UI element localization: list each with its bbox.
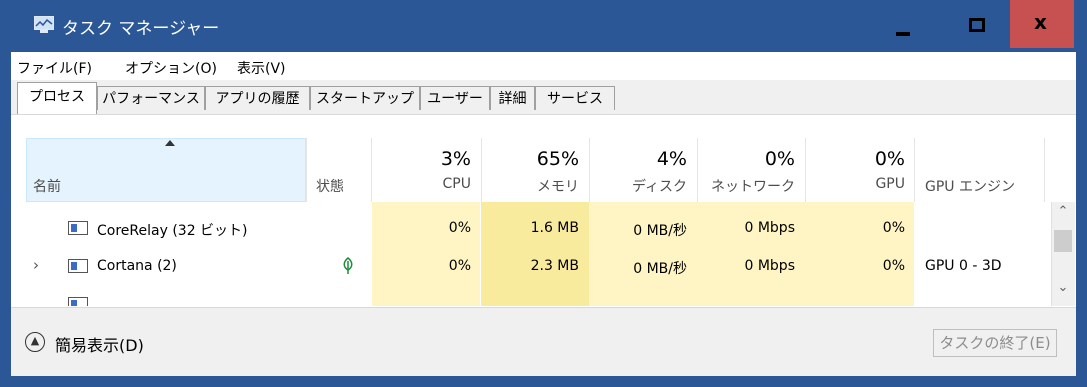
column-separator[interactable] xyxy=(306,138,307,202)
tab-details[interactable]: 詳細 xyxy=(490,86,535,110)
table-row[interactable] xyxy=(11,286,1051,306)
tab-startup[interactable]: スタートアップ xyxy=(310,86,420,110)
close-button[interactable]: x xyxy=(1010,0,1074,48)
process-name: CoreRelay (32 ビット) xyxy=(97,223,248,239)
scroll-thumb[interactable] xyxy=(1054,230,1072,252)
tab-services[interactable]: サービス xyxy=(535,86,615,110)
end-task-button[interactable]: タスクの終了(E) xyxy=(933,329,1057,357)
app-window-icon xyxy=(68,259,88,273)
network-header-label[interactable]: ネットワーク xyxy=(701,176,795,196)
network-header-percent[interactable]: 0% xyxy=(701,148,795,170)
app-window-icon xyxy=(68,297,88,306)
task-manager-window: タスク マネージャー x ファイル(F) オプション(O) 表示(V) プロセス… xyxy=(0,0,1087,387)
chevron-up-icon[interactable]: ▲ xyxy=(25,332,45,352)
gpu-engine-header-label[interactable]: GPU エンジン xyxy=(925,176,1015,196)
column-separator[interactable] xyxy=(481,138,482,202)
suspended-leaf-icon xyxy=(343,257,353,274)
footer-bar: ▲ 簡易表示(D) タスクの終了(E) xyxy=(11,308,1076,376)
menu-view[interactable]: 表示(V) xyxy=(237,58,286,78)
close-icon: x xyxy=(1034,10,1047,34)
disk-value: 0 MB/秒 xyxy=(633,261,687,277)
process-name: Cortana (2) xyxy=(97,258,177,274)
network-value: 0 Mbps xyxy=(744,220,795,236)
scroll-up-icon[interactable]: ⌃ xyxy=(1052,204,1074,226)
scroll-down-icon[interactable]: ⌄ xyxy=(1052,280,1074,302)
gpu-header-label[interactable]: GPU xyxy=(817,176,905,192)
column-separator[interactable] xyxy=(914,138,915,202)
tab-strip: プロセス パフォーマンス アプリの履歴 スタートアップ ユーザー 詳細 サービス xyxy=(11,80,1076,114)
fewer-details-link[interactable]: 簡易表示(D) xyxy=(55,332,144,356)
minimize-button[interactable] xyxy=(876,0,924,48)
tab-performance[interactable]: パフォーマンス xyxy=(97,86,205,110)
tab-divider xyxy=(11,114,1076,115)
cpu-value: 0% xyxy=(448,220,471,236)
tab-processes[interactable]: プロセス xyxy=(17,82,97,114)
column-separator[interactable] xyxy=(805,138,806,202)
column-separator[interactable] xyxy=(371,138,372,202)
disk-header-label[interactable]: ディスク xyxy=(601,176,687,196)
column-separator[interactable] xyxy=(589,138,590,202)
memory-header-percent[interactable]: 65% xyxy=(493,148,579,170)
table-row[interactable]: CoreRelay (32 ビット) 0% 1.6 MB 0 MB/秒 0 Mb… xyxy=(11,210,1051,248)
process-list: CoreRelay (32 ビット) 0% 1.6 MB 0 MB/秒 0 Mb… xyxy=(11,202,1076,306)
tab-users[interactable]: ユーザー xyxy=(420,86,490,110)
cpu-header-percent[interactable]: 3% xyxy=(385,148,471,170)
memory-value: 1.6 MB xyxy=(530,220,579,236)
memory-header-label[interactable]: メモリ xyxy=(493,176,579,196)
title-bar[interactable]: タスク マネージャー x xyxy=(0,0,1087,52)
memory-value: 2.3 MB xyxy=(530,258,579,274)
column-separator[interactable] xyxy=(697,138,698,202)
disk-value: 0 MB/秒 xyxy=(633,223,687,239)
maximize-button[interactable] xyxy=(944,0,1010,48)
tab-app-history[interactable]: アプリの履歴 xyxy=(205,86,310,110)
menu-options[interactable]: オプション(O) xyxy=(125,58,217,78)
vertical-scrollbar[interactable]: ⌃ ⌄ xyxy=(1051,202,1075,306)
name-column-header[interactable] xyxy=(26,138,306,202)
name-header-label: 名前 xyxy=(33,179,61,195)
app-window-icon xyxy=(68,221,88,235)
sort-ascending-icon xyxy=(165,140,175,146)
network-value: 0 Mbps xyxy=(744,258,795,274)
cpu-value: 0% xyxy=(448,258,471,274)
menu-file[interactable]: ファイル(F) xyxy=(17,58,92,78)
table-row[interactable]: › Cortana (2) 0% 2.3 MB 0 MB/秒 0 Mbps 0%… xyxy=(11,248,1051,286)
client-area: ファイル(F) オプション(O) 表示(V) プロセス パフォーマンス アプリの… xyxy=(11,52,1076,376)
gpu-engine-value: GPU 0 - 3D xyxy=(925,258,1002,274)
disk-header-percent[interactable]: 4% xyxy=(601,148,687,170)
cpu-header-label[interactable]: CPU xyxy=(385,176,471,192)
menu-bar: ファイル(F) オプション(O) 表示(V) xyxy=(11,52,1076,80)
status-header-label[interactable]: 状態 xyxy=(316,176,344,196)
gpu-header-percent[interactable]: 0% xyxy=(817,148,905,170)
gpu-value: 0% xyxy=(882,258,905,274)
window-title: タスク マネージャー xyxy=(62,19,220,39)
task-manager-icon xyxy=(34,16,54,33)
column-separator[interactable] xyxy=(1044,138,1045,202)
gpu-value: 0% xyxy=(882,220,905,236)
chevron-right-icon[interactable]: › xyxy=(33,256,39,274)
